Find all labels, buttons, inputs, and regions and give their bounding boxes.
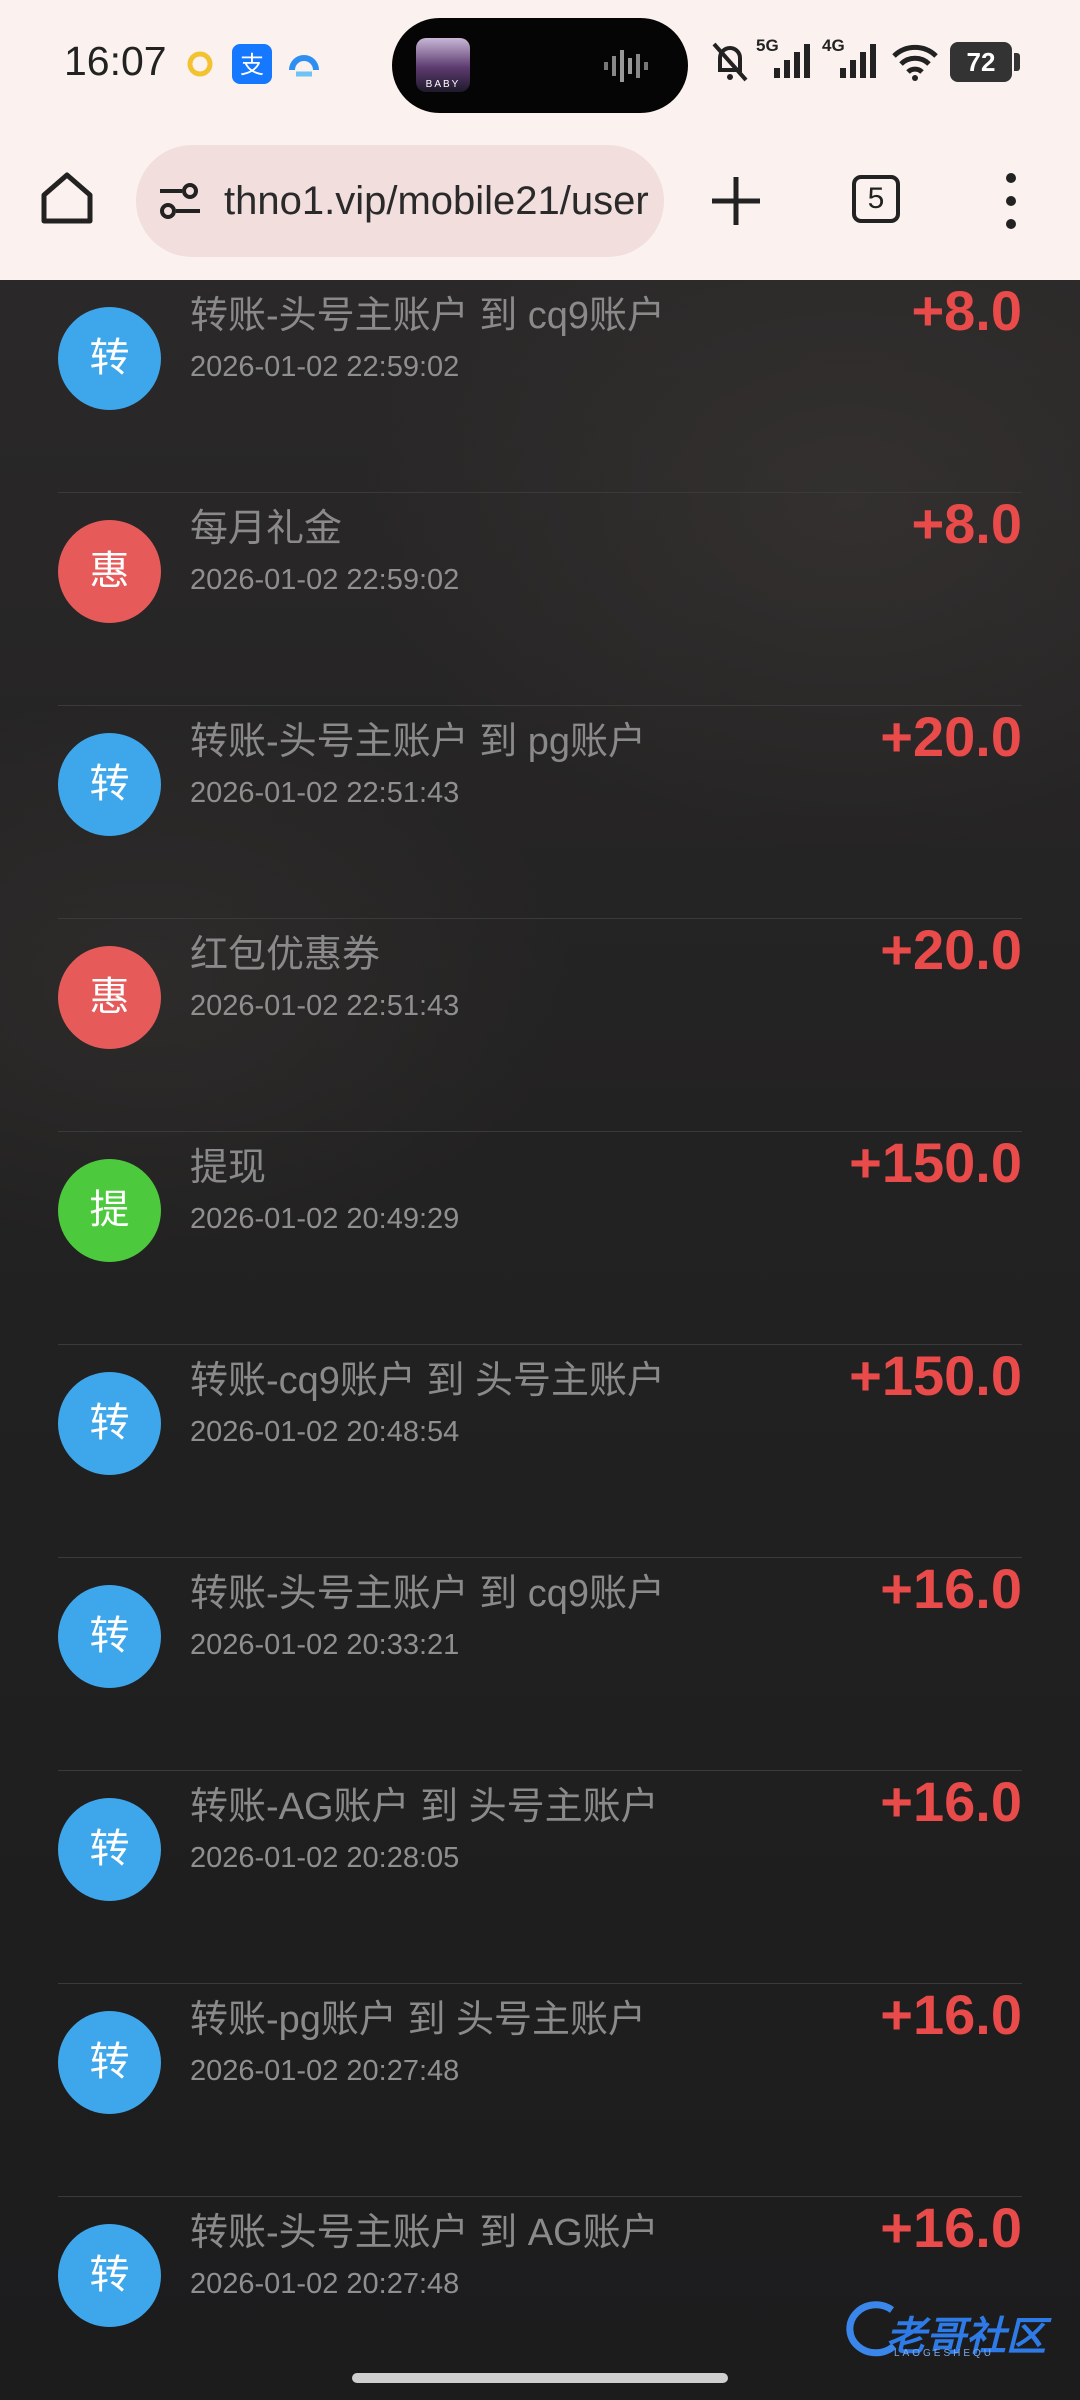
- transaction-title: 每月礼金: [190, 508, 343, 550]
- transaction-amount: +20.0: [880, 705, 1022, 768]
- transaction-time: 2026-01-02 20:48:54: [190, 1416, 460, 1448]
- transaction-title: 转账-cq9账户 到 头号主账户: [190, 1360, 666, 1402]
- transaction-type-icon: 转: [58, 307, 161, 410]
- new-tab-icon[interactable]: [706, 171, 766, 231]
- transaction-amount: +8.0: [911, 492, 1022, 555]
- transaction-title: 转账-头号主账户 到 AG账户: [190, 2212, 659, 2254]
- battery-tip: [1014, 53, 1020, 71]
- dynamic-island[interactable]: BABY: [392, 18, 688, 113]
- site-settings-icon[interactable]: [156, 179, 204, 223]
- tab-switcher-button[interactable]: 5: [852, 175, 900, 223]
- battery-indicator: 72: [950, 42, 1012, 82]
- transaction-row[interactable]: 惠红包优惠券 2026-01-02 22:51:43 +20.0: [58, 918, 1022, 1132]
- home-icon[interactable]: [38, 169, 96, 227]
- transaction-title: 转账-头号主账户 到 pg账户: [190, 721, 647, 763]
- transaction-title: 转账-头号主账户 到 cq9账户: [190, 1573, 666, 1615]
- transaction-time: 2026-01-02 20:28:05: [190, 1842, 460, 1874]
- transaction-type-icon: 转: [58, 733, 161, 836]
- transaction-time: 2026-01-02 22:51:43: [190, 990, 460, 1022]
- transaction-title: 红包优惠券: [190, 934, 381, 976]
- transaction-row[interactable]: 惠每月礼金 2026-01-02 22:59:02 +8.0: [58, 492, 1022, 706]
- transaction-row[interactable]: 转转账-cq9账户 到 头号主账户 2026-01-02 20:48:54 +150…: [58, 1344, 1022, 1558]
- transaction-amount: +8.0: [911, 280, 1022, 342]
- transaction-row[interactable]: 转转账-头号主账户 到 cq9账户 2026-01-02 20:33:21 +16.…: [58, 1557, 1022, 1771]
- signal-5g-icon: [774, 44, 810, 78]
- status-bar: 16:07 支 BABY 5G 4G 72: [0, 0, 1080, 125]
- more-menu-icon[interactable]: [996, 173, 1026, 229]
- address-bar[interactable]: thno1.vip/mobile21/user: [136, 145, 664, 257]
- transaction-amount: +16.0: [880, 1983, 1022, 2046]
- transaction-row[interactable]: 转转账-头号主账户 到 pg账户 2026-01-02 22:51:43 +20.0: [58, 705, 1022, 919]
- transaction-amount: +150.0: [849, 1344, 1022, 1407]
- transaction-time: 2026-01-02 22:59:02: [190, 564, 460, 596]
- svg-text:支: 支: [240, 51, 264, 79]
- transaction-time: 2026-01-02 20:49:29: [190, 1203, 460, 1235]
- transaction-title: 提现: [190, 1147, 267, 1189]
- transaction-time: 2026-01-02 22:59:02: [190, 351, 460, 383]
- transaction-list[interactable]: 转转账-头号主账户 到 cq9账户 2026-01-02 22:59:02 +8.0…: [0, 280, 1080, 2400]
- transaction-amount: +150.0: [849, 1131, 1022, 1194]
- audio-wave-icon: [604, 50, 648, 82]
- browser-app-icon: [289, 55, 319, 77]
- alipay-icon: 支: [232, 44, 272, 84]
- transaction-title: 转账-AG账户 到 头号主账户: [190, 1786, 659, 1828]
- transaction-amount: +16.0: [880, 1557, 1022, 1620]
- transaction-type-icon: 转: [58, 2224, 161, 2327]
- transaction-time: 2026-01-02 20:27:48: [190, 2268, 460, 2300]
- transaction-type-icon: 提: [58, 1159, 161, 1262]
- transaction-title: 转账-头号主账户 到 cq9账户: [190, 295, 666, 337]
- transaction-type-icon: 转: [58, 1585, 161, 1688]
- transaction-title: 转账-pg账户 到 头号主账户: [190, 1999, 647, 2041]
- transaction-amount: +20.0: [880, 918, 1022, 981]
- wifi-icon: [892, 44, 938, 81]
- transaction-type-icon: 转: [58, 1372, 161, 1475]
- transaction-type-icon: 惠: [58, 520, 161, 623]
- transaction-time: 2026-01-02 20:33:21: [190, 1629, 460, 1661]
- status-time: 16:07: [64, 38, 167, 84]
- transaction-row[interactable]: 提提现 2026-01-02 20:49:29 +150.0: [58, 1131, 1022, 1345]
- transaction-time: 2026-01-02 22:51:43: [190, 777, 460, 809]
- transaction-type-icon: 转: [58, 2011, 161, 2114]
- transaction-row[interactable]: 转转账-pg账户 到 头号主账户 2026-01-02 20:27:48 +16.0: [58, 1983, 1022, 2197]
- signal-4g-icon: [840, 44, 876, 78]
- transaction-amount: +16.0: [880, 2196, 1022, 2259]
- mute-bell-icon: [712, 42, 748, 82]
- home-indicator[interactable]: [352, 2373, 728, 2383]
- transaction-row[interactable]: 转转账-AG账户 到 头号主账户 2026-01-02 20:28:05 +16.0: [58, 1770, 1022, 1984]
- transaction-row[interactable]: 转转账-头号主账户 到 cq9账户 2026-01-02 22:59:02 +8.0: [58, 280, 1022, 493]
- watermark-logo: 老哥社区 LAOGESHEQU: [838, 2300, 1070, 2360]
- media-thumbnail: BABY: [416, 38, 470, 92]
- transaction-time: 2026-01-02 20:27:48: [190, 2055, 460, 2087]
- transaction-row[interactable]: 转转账-头号主账户 到 AG账户 2026-01-02 20:27:48 +16.0: [58, 2196, 1022, 2400]
- transaction-amount: +16.0: [880, 1770, 1022, 1833]
- browser-toolbar: thno1.vip/mobile21/user 5: [0, 125, 1080, 280]
- loading-ring-icon: [187, 51, 213, 77]
- url-text[interactable]: thno1.vip/mobile21/user: [224, 179, 649, 224]
- transaction-type-icon: 转: [58, 1798, 161, 1901]
- transaction-type-icon: 惠: [58, 946, 161, 1049]
